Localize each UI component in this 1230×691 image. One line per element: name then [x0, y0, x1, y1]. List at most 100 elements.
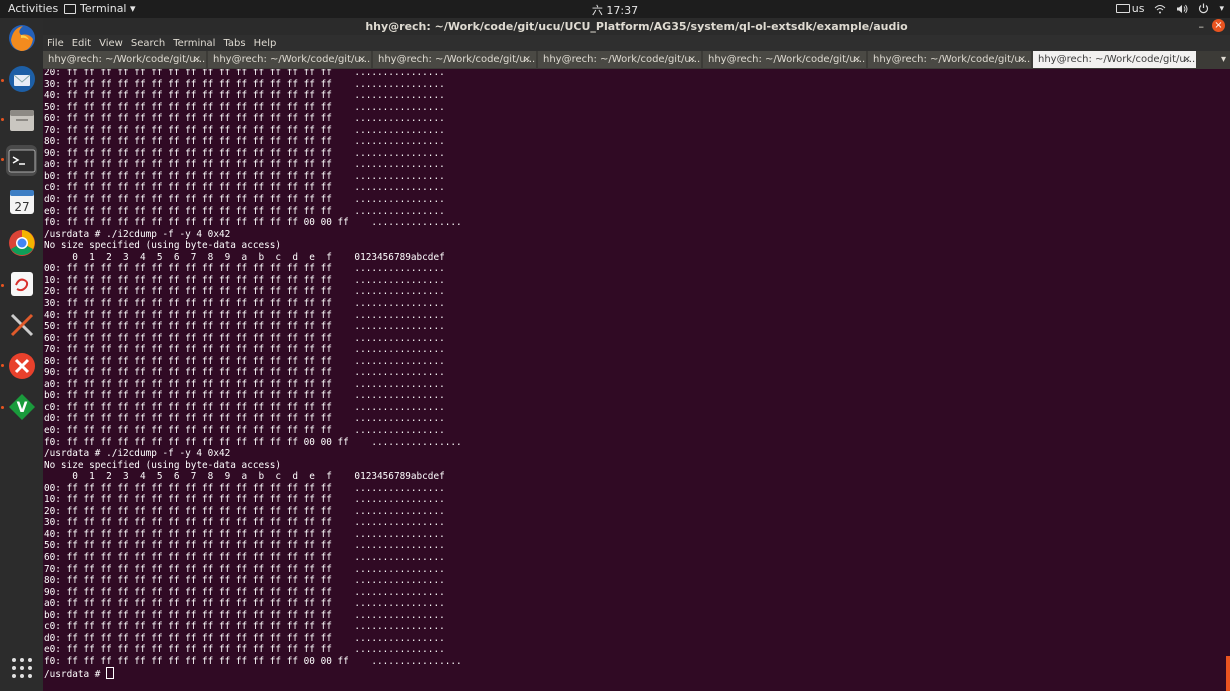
keyboard-indicator[interactable]: us — [1115, 2, 1144, 15]
terminal-line: 80: ff ff ff ff ff ff ff ff ff ff ff ff … — [44, 136, 445, 148]
thunderbird-icon[interactable] — [6, 63, 37, 94]
xmind-icon[interactable] — [6, 350, 37, 381]
dock: 27 V — [0, 18, 43, 691]
terminal-line: b0: ff ff ff ff ff ff ff ff ff ff ff ff … — [44, 170, 445, 182]
terminal-tab[interactable]: hhy@rech: ~/Work/code/git/u... × — [208, 51, 371, 68]
terminal-line: c0: ff ff ff ff ff ff ff ff ff ff ff ff … — [44, 401, 445, 413]
tools-icon[interactable] — [6, 309, 37, 340]
terminal-tab-active[interactable]: hhy@rech: ~/Work/code/git/u... × — [1033, 51, 1196, 68]
app-menu[interactable]: Terminal ▾ — [64, 2, 136, 15]
terminal-tab[interactable]: hhy@rech: ~/Work/code/git/u... × — [703, 51, 866, 68]
terminal-line: 30: ff ff ff ff ff ff ff ff ff ff ff ff … — [44, 297, 445, 309]
tab-close-icon[interactable]: × — [1183, 51, 1191, 68]
files-icon[interactable] — [6, 104, 37, 135]
terminal-line: 50: ff ff ff ff ff ff ff ff ff ff ff ff … — [44, 101, 445, 113]
chrome-icon[interactable] — [6, 227, 37, 258]
terminal-line: d0: ff ff ff ff ff ff ff ff ff ff ff ff … — [44, 413, 445, 425]
terminal-line: e0: ff ff ff ff ff ff ff ff ff ff ff ff … — [44, 424, 445, 436]
terminal-line: /usrdata # ./i2cdump -f -y 4 0x42 — [44, 228, 231, 240]
terminal-line: 0 1 2 3 4 5 6 7 8 9 a b c d e f 01234567… — [72, 251, 445, 263]
terminal-line: d0: ff ff ff ff ff ff ff ff ff ff ff ff … — [44, 194, 445, 206]
clock[interactable]: 六 17:37 — [592, 2, 638, 18]
terminal-line: 40: ff ff ff ff ff ff ff ff ff ff ff ff … — [44, 90, 445, 102]
scrollbar[interactable] — [1226, 656, 1230, 691]
tab-close-icon[interactable]: × — [193, 51, 201, 68]
terminal-line: b0: ff ff ff ff ff ff ff ff ff ff ff ff … — [44, 390, 445, 402]
terminal-tab[interactable]: hhy@rech: ~/Work/code/git/u... × — [373, 51, 536, 68]
close-icon[interactable]: × — [1212, 19, 1225, 32]
running-indicator — [1, 79, 4, 82]
tab-label: hhy@rech: ~/Work/code/git/u... — [213, 54, 371, 65]
running-indicator — [1, 406, 4, 409]
terminal-line: e0: ff ff ff ff ff ff ff ff ff ff ff ff … — [44, 644, 445, 656]
terminal-line: c0: ff ff ff ff ff ff ff ff ff ff ff ff … — [44, 182, 445, 194]
terminal-line: 50: ff ff ff ff ff ff ff ff ff ff ff ff … — [44, 540, 445, 552]
terminal-lines: 20: ff ff ff ff ff ff ff ff ff ff ff ff … — [44, 69, 462, 667]
terminal-line: 70: ff ff ff ff ff ff ff ff ff ff ff ff … — [44, 124, 445, 136]
menu-tabs[interactable]: Tabs — [223, 38, 245, 49]
terminal-line: 10: ff ff ff ff ff ff ff ff ff ff ff ff … — [44, 274, 445, 286]
tab-label: hhy@rech: ~/Work/code/git/u... — [708, 54, 866, 65]
terminal-prompt: /usrdata # — [44, 669, 107, 681]
window-title: hhy@rech: ~/Work/code/git/ucu/UCU_Platfo… — [365, 20, 908, 33]
terminal-line: a0: ff ff ff ff ff ff ff ff ff ff ff ff … — [44, 598, 445, 610]
minimize-icon[interactable]: – — [1199, 18, 1205, 35]
terminal-line: /usrdata # ./i2cdump -f -y 4 0x42 — [44, 448, 231, 460]
power-icon[interactable] — [1198, 3, 1209, 14]
text-cursor — [106, 667, 115, 680]
terminal-small-icon — [64, 3, 76, 14]
terminal-tab[interactable]: hhy@rech: ~/Work/code/git/u... × — [43, 51, 206, 68]
terminal-line: 70: ff ff ff ff ff ff ff ff ff ff ff ff … — [44, 344, 445, 356]
terminal-line: b0: ff ff ff ff ff ff ff ff ff ff ff ff … — [44, 609, 445, 621]
menu-search[interactable]: Search — [131, 38, 165, 49]
terminal-line: 50: ff ff ff ff ff ff ff ff ff ff ff ff … — [44, 321, 445, 333]
terminal-tab[interactable]: hhy@rech: ~/Work/code/git/u... × — [868, 51, 1031, 68]
tab-close-icon[interactable]: × — [523, 51, 531, 68]
wps-icon[interactable] — [6, 268, 37, 299]
terminal-text: 20: ff ff ff ff ff ff ff ff ff ff ff ff … — [43, 69, 462, 681]
terminal-output[interactable]: 20: ff ff ff ff ff ff ff ff ff ff ff ff … — [43, 69, 1226, 691]
terminal-tab[interactable]: hhy@rech: ~/Work/code/git/u... × — [538, 51, 701, 68]
terminal-icon[interactable] — [6, 145, 37, 176]
menu-view[interactable]: View — [99, 38, 123, 49]
tab-bar: hhy@rech: ~/Work/code/git/u... × hhy@rech… — [43, 51, 1230, 69]
top-bar: Activities Terminal ▾ 六 17:37 us ▾ — [0, 0, 1230, 18]
activities-button[interactable]: Activities — [8, 2, 58, 15]
terminal-line: 30: ff ff ff ff ff ff ff ff ff ff ff ff … — [44, 78, 445, 90]
tab-close-icon[interactable]: × — [853, 51, 861, 68]
volume-icon[interactable] — [1176, 4, 1188, 14]
terminal-line: 90: ff ff ff ff ff ff ff ff ff ff ff ff … — [44, 367, 445, 379]
tab-label: hhy@rech: ~/Work/code/git/u... — [48, 54, 206, 65]
system-menu-arrow-icon[interactable]: ▾ — [1219, 4, 1224, 14]
terminal-line: a0: ff ff ff ff ff ff ff ff ff ff ff ff … — [44, 159, 445, 171]
terminal-line: 0 1 2 3 4 5 6 7 8 9 a b c d e f 01234567… — [72, 471, 445, 483]
menu-help[interactable]: Help — [254, 38, 277, 49]
system-tray[interactable]: us ▾ — [1115, 2, 1224, 15]
running-indicator — [1, 118, 4, 121]
tab-close-icon[interactable]: × — [1018, 51, 1026, 68]
svg-text:V: V — [16, 400, 27, 416]
window-titlebar[interactable]: hhy@rech: ~/Work/code/git/ucu/UCU_Platfo… — [43, 18, 1230, 35]
tab-list-arrow-icon[interactable]: ▾ — [1221, 51, 1226, 68]
terminal-line: 10: ff ff ff ff ff ff ff ff ff ff ff ff … — [44, 494, 445, 506]
show-applications-icon[interactable] — [6, 652, 37, 683]
menu-file[interactable]: File — [47, 38, 64, 49]
app-menu-label: Terminal ▾ — [80, 2, 136, 15]
terminal-line: 00: ff ff ff ff ff ff ff ff ff ff ff ff … — [44, 482, 445, 494]
terminal-line: 00: ff ff ff ff ff ff ff ff ff ff ff ff … — [44, 263, 445, 275]
vim-icon[interactable]: V — [6, 391, 37, 422]
terminal-line: 20: ff ff ff ff ff ff ff ff ff ff ff ff … — [44, 505, 445, 517]
terminal-line: No size specified (using byte-data acces… — [44, 459, 282, 471]
terminal-line: 60: ff ff ff ff ff ff ff ff ff ff ff ff … — [44, 551, 445, 563]
terminal-line: f0: ff ff ff ff ff ff ff ff ff ff ff ff … — [44, 655, 462, 667]
firefox-icon[interactable] — [6, 22, 37, 53]
menu-bar: File Edit View Search Terminal Tabs Help — [43, 35, 1230, 51]
terminal-line: 90: ff ff ff ff ff ff ff ff ff ff ff ff … — [44, 147, 445, 159]
tab-close-icon[interactable]: × — [358, 51, 366, 68]
calendar-icon[interactable]: 27 — [6, 186, 37, 217]
menu-terminal[interactable]: Terminal — [173, 38, 215, 49]
menu-edit[interactable]: Edit — [72, 38, 91, 49]
tab-close-icon[interactable]: × — [688, 51, 696, 68]
network-icon[interactable] — [1154, 4, 1166, 14]
terminal-line: c0: ff ff ff ff ff ff ff ff ff ff ff ff … — [44, 621, 445, 633]
